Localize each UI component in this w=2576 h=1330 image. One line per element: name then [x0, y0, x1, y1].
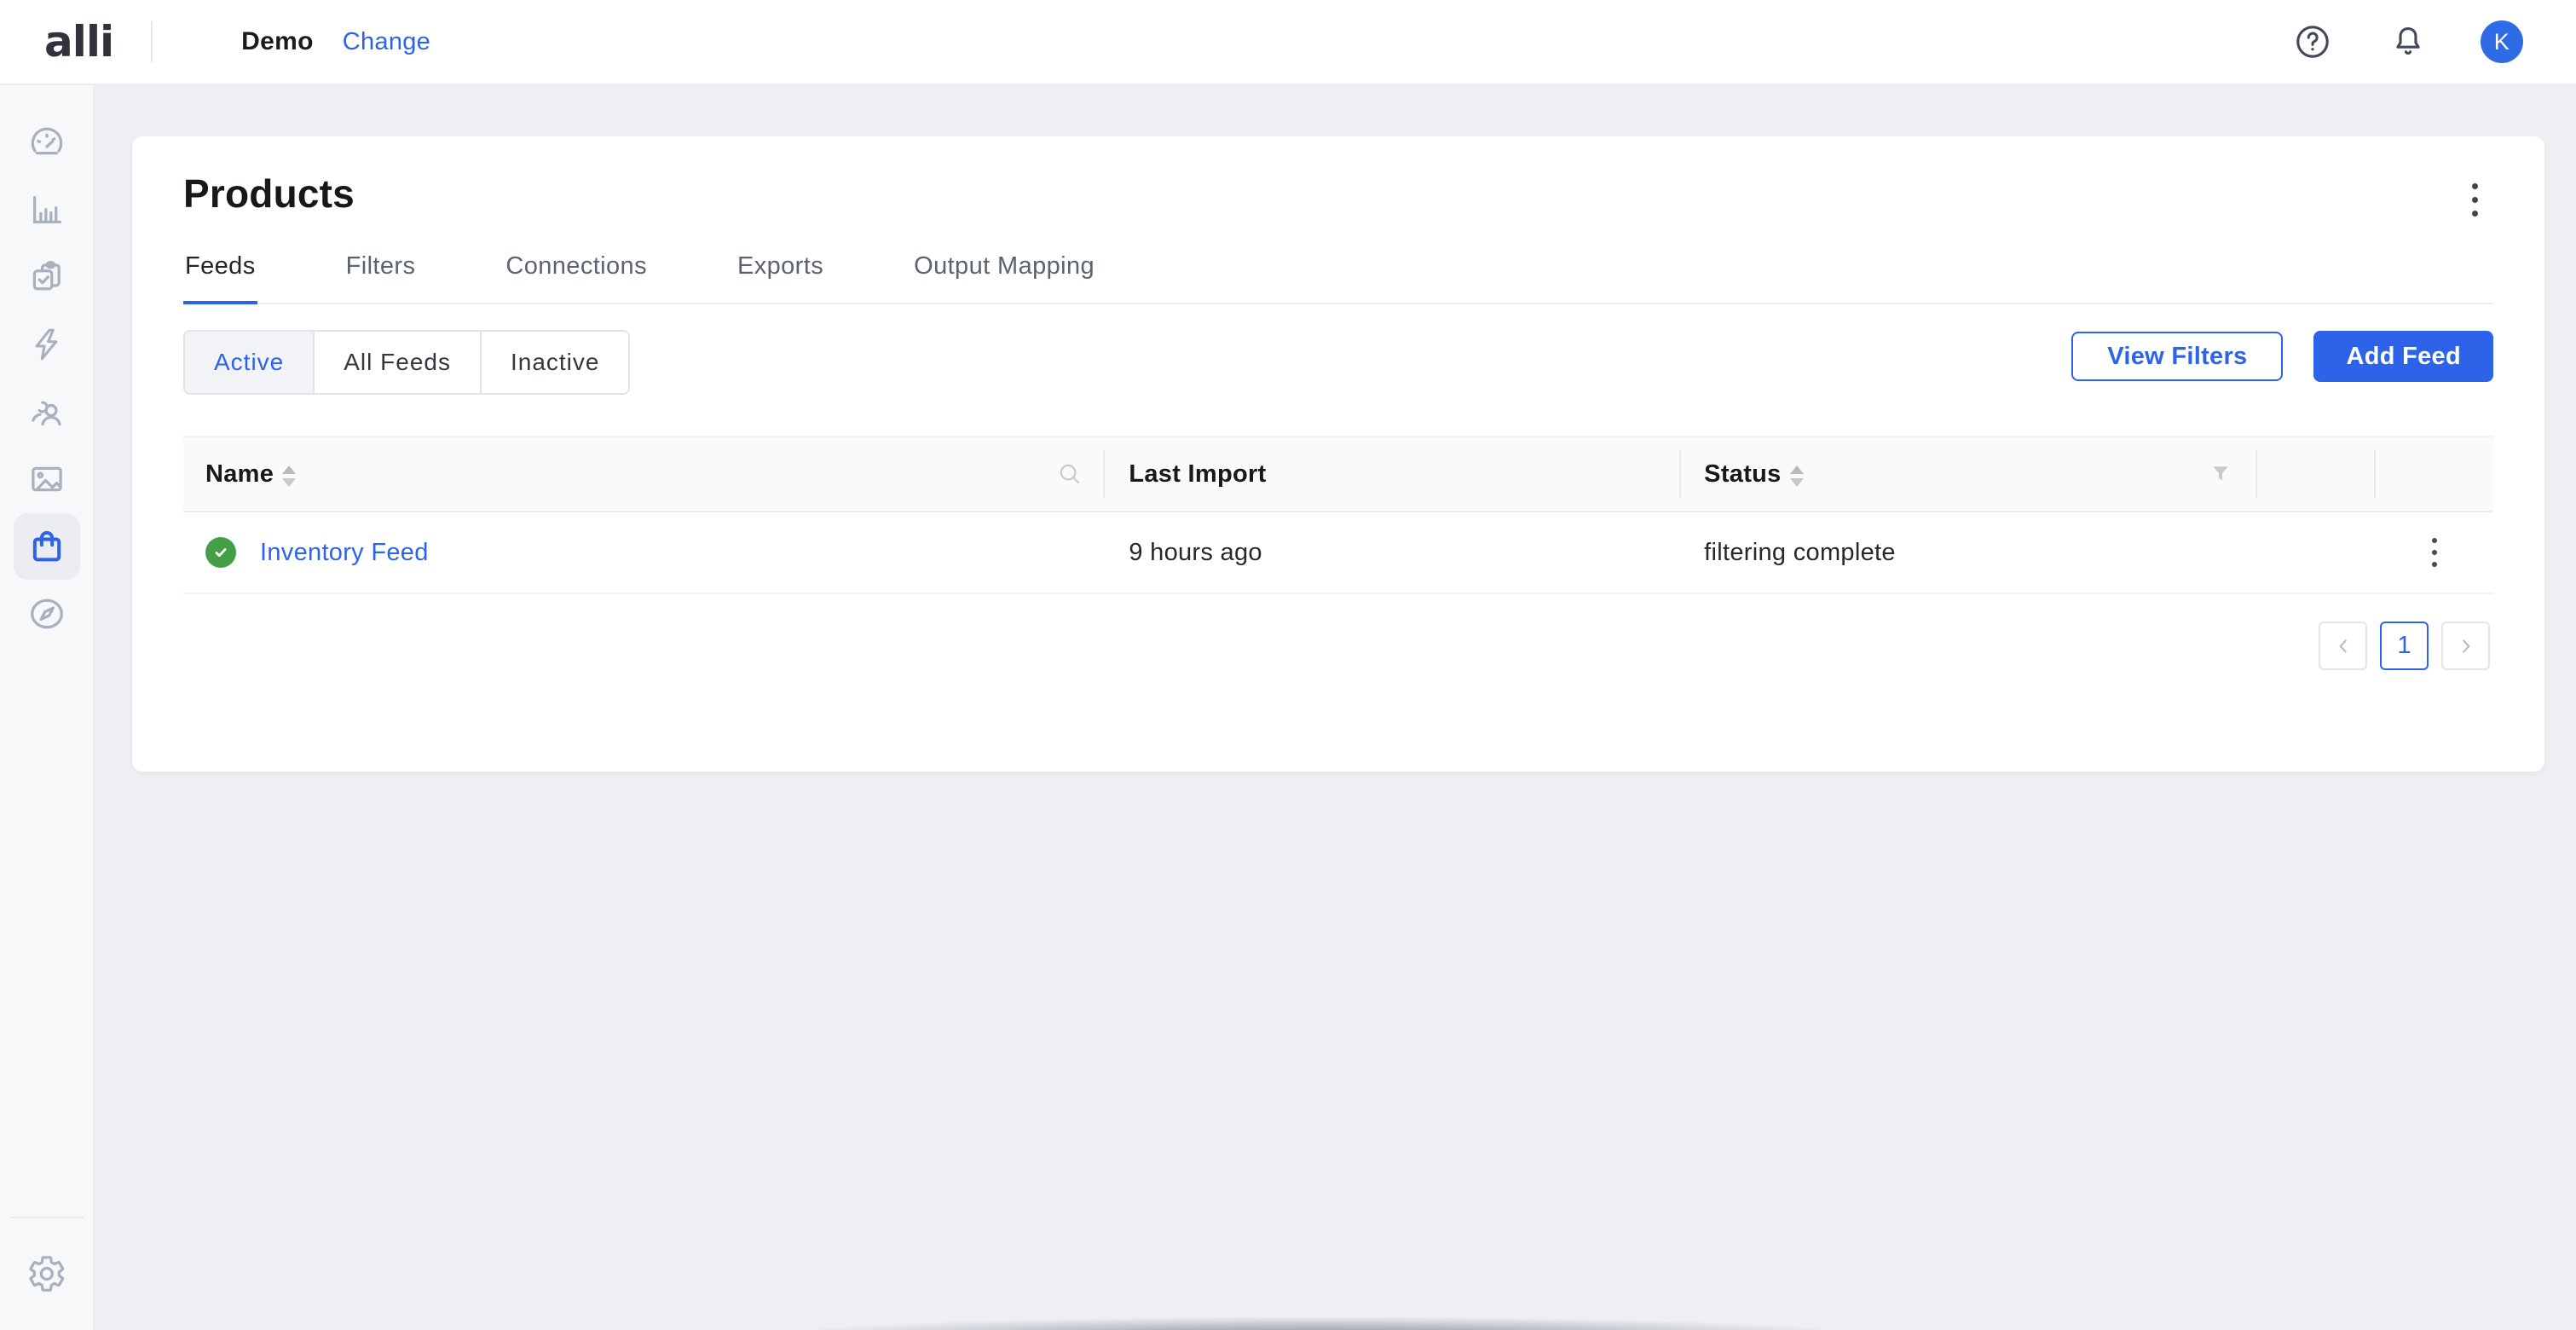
add-feed-button[interactable]: Add Feed: [2313, 331, 2493, 382]
pagination: 1: [183, 622, 2493, 670]
feed-name-link[interactable]: Inventory Feed: [260, 539, 429, 567]
header-cell-name: Name: [183, 460, 1103, 489]
sidebar-item-settings[interactable]: [14, 1240, 80, 1307]
row-cell-status: filtering complete: [1681, 539, 2255, 567]
gear-icon: [27, 1254, 66, 1293]
page-title: Products: [183, 171, 355, 217]
image-icon: [27, 460, 66, 499]
user-avatar[interactable]: K: [2481, 20, 2523, 63]
sidebar-divider: [10, 1217, 84, 1218]
bar-chart-icon: [27, 190, 66, 229]
header-divider: [2255, 450, 2257, 498]
sidebar-nav: [0, 85, 94, 1330]
status-sort-carets-icon[interactable]: [1790, 466, 1804, 487]
page-number-button[interactable]: 1: [2380, 622, 2429, 670]
sidebar-item-audiences[interactable]: [14, 379, 80, 445]
alli-logo[interactable]: alli: [44, 17, 113, 66]
scope-inactive-button[interactable]: Inactive: [480, 332, 629, 393]
tab-output-mapping[interactable]: Output Mapping: [912, 252, 1096, 303]
table-header-row: Name Last Import Status: [183, 436, 2493, 512]
tab-bar: Feeds Filters Connections Exports Output…: [183, 252, 2493, 304]
products-card: Products Feeds Filters Connections Expor…: [132, 136, 2544, 772]
help-icon[interactable]: [2293, 22, 2332, 61]
main-content: Products Feeds Filters Connections Expor…: [94, 85, 2576, 1330]
sidebar-item-products[interactable]: [14, 513, 80, 580]
sidebar-item-dashboard[interactable]: [14, 109, 80, 176]
prev-page-button[interactable]: [2319, 622, 2367, 670]
sidebar-item-automation[interactable]: [14, 311, 80, 378]
feed-active-check-icon: [205, 537, 236, 568]
name-column-label: Name: [205, 460, 274, 489]
notifications-bell-icon[interactable]: [2388, 22, 2428, 61]
name-sort-carets-icon[interactable]: [282, 466, 296, 487]
row-overflow-menu-icon[interactable]: [2416, 527, 2453, 578]
tab-connections[interactable]: Connections: [504, 252, 649, 303]
compass-icon: [27, 594, 66, 633]
next-page-button[interactable]: [2441, 622, 2490, 670]
feed-action-buttons: View Filters Add Feed: [2071, 331, 2493, 382]
bottom-window-shadow: [767, 1316, 1875, 1330]
sidebar-item-analytics[interactable]: [14, 176, 80, 243]
tab-exports[interactable]: Exports: [736, 252, 825, 303]
sidebar-bottom: [0, 1217, 93, 1330]
chevron-right-icon: [2455, 635, 2477, 657]
shopping-bag-icon: [27, 527, 66, 566]
feeds-controls-row: Active All Feeds Inactive View Filters A…: [183, 330, 2493, 395]
status-value: filtering complete: [1704, 539, 1896, 567]
sidebar-item-discover[interactable]: [14, 581, 80, 647]
gauge-icon: [27, 123, 66, 162]
table-row[interactable]: Inventory Feed 9 hours ago filtering com…: [183, 512, 2493, 594]
view-filters-button[interactable]: View Filters: [2071, 332, 2283, 381]
clipboard-check-icon: [27, 257, 66, 297]
status-column-label: Status: [1704, 460, 1781, 489]
tab-feeds[interactable]: Feeds: [183, 252, 257, 303]
topbar-actions: K: [2293, 20, 2523, 63]
tab-filters[interactable]: Filters: [344, 252, 418, 303]
card-overflow-menu-icon[interactable]: [2456, 177, 2493, 222]
scope-all-feeds-button[interactable]: All Feeds: [313, 332, 480, 393]
last-import-column-label: Last Import: [1129, 460, 1266, 489]
scope-active-button[interactable]: Active: [185, 332, 313, 393]
row-cell-actions: [2376, 527, 2494, 578]
change-workspace-link[interactable]: Change: [343, 28, 430, 56]
workspace-name: Demo: [241, 27, 314, 56]
status-filter-funnel-icon[interactable]: [2209, 462, 2232, 486]
sidebar-item-tasks[interactable]: [14, 244, 80, 310]
chevron-left-icon: [2332, 635, 2354, 657]
feed-scope-segmented-control: Active All Feeds Inactive: [183, 330, 630, 395]
row-cell-last-import: 9 hours ago: [1105, 539, 1679, 567]
feeds-table: Name Last Import Status: [183, 436, 2493, 594]
header-cell-status: Status: [1681, 460, 2255, 489]
name-search-icon[interactable]: [1057, 461, 1083, 487]
last-import-value: 9 hours ago: [1129, 539, 1262, 567]
sidebar-item-creative[interactable]: [14, 446, 80, 512]
card-header: Products: [183, 171, 2493, 222]
header-divider: [2374, 450, 2376, 498]
users-icon: [27, 392, 66, 431]
lightning-icon: [27, 325, 66, 364]
app-root: alli Demo Change K: [0, 0, 2576, 1330]
logo-divider: [151, 21, 153, 62]
top-bar: alli Demo Change K: [0, 0, 2576, 85]
header-cell-last-import: Last Import: [1105, 460, 1679, 489]
row-cell-name: Inventory Feed: [183, 537, 1103, 568]
